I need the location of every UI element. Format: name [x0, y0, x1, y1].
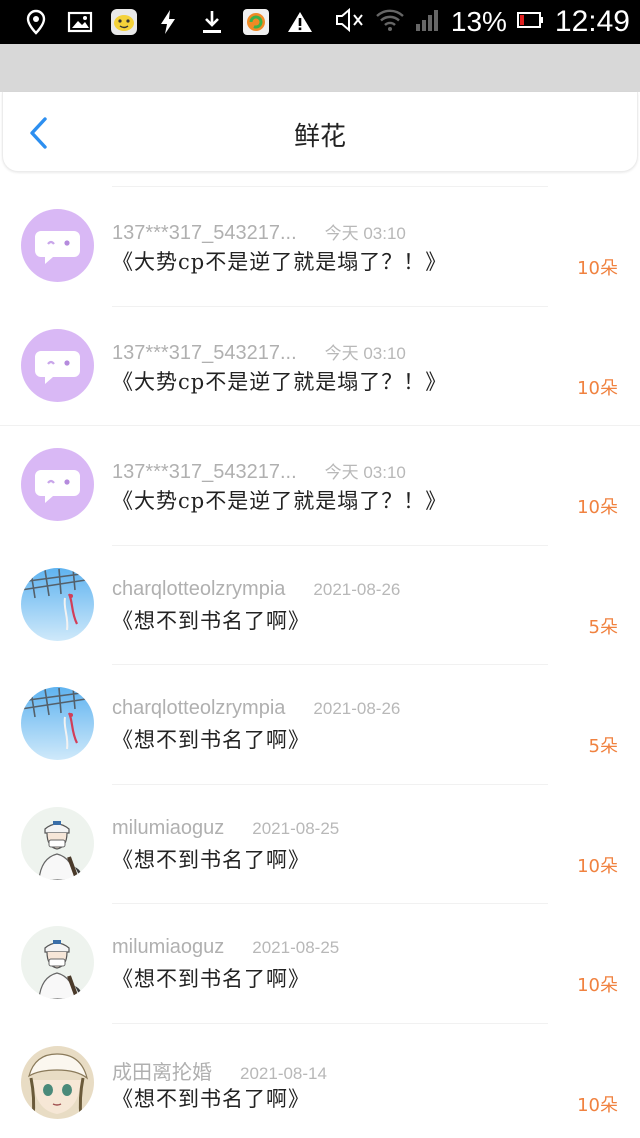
clock: 12:49	[554, 5, 630, 38]
list-item[interactable]: charqlotteolzrympia 2021-08-26 《想不到书名了啊》…	[0, 664, 640, 784]
screen: 13% 12:49 鲜花 137***317_543217... 今天 03:1…	[0, 0, 640, 1138]
app-face-icon	[102, 0, 146, 44]
flower-count: 10朵	[577, 497, 618, 518]
list-item[interactable]: 137***317_543217... 今天 03:10 《大势cp不是逆了就是…	[0, 425, 640, 545]
book-title[interactable]: 《想不到书名了啊》	[112, 724, 310, 754]
flower-count: 10朵	[577, 1094, 618, 1116]
sky-photo-avatar-icon	[21, 567, 94, 641]
book-title[interactable]: 《大势cp不是逆了就是塌了？！》	[112, 246, 447, 276]
avatar[interactable]	[21, 328, 94, 402]
divider	[112, 664, 548, 665]
flower-count: 10朵	[577, 975, 618, 996]
item-meta: charqlotteolzrympia 2021-08-26	[112, 697, 400, 723]
flower-count: 5朵	[588, 736, 618, 757]
username: 137***317_543217...	[112, 461, 297, 483]
username: 137***317_543217...	[112, 222, 297, 244]
item-meta: 137***317_543217... 今天 03:10	[112, 219, 406, 245]
divider	[0, 425, 640, 426]
username: milumiaoguz	[112, 936, 225, 958]
date: 2021-08-26	[313, 579, 401, 599]
anime-boy-avatar-icon	[21, 806, 94, 880]
divider	[112, 1022, 548, 1024]
divider	[112, 305, 548, 307]
book-title[interactable]: 《想不到书名了啊》	[112, 844, 310, 874]
date: 今天 03:10	[324, 463, 406, 482]
date: 2021-08-14	[240, 1063, 327, 1083]
avatar[interactable]	[21, 926, 94, 999]
divider	[112, 783, 548, 785]
chat-bubble-avatar-icon	[21, 209, 94, 282]
warning-icon	[278, 0, 322, 44]
avatar[interactable]	[21, 1045, 94, 1119]
list-item[interactable]: charqlotteolzrympia 2021-08-26 《想不到书名了啊》…	[0, 544, 640, 665]
page-title: 鲜花	[293, 122, 346, 152]
wifi-icon	[375, 8, 405, 36]
battery-icon	[516, 11, 545, 33]
username: charqlotteolzrympia	[112, 577, 286, 600]
book-title[interactable]: 《大势cp不是逆了就是塌了？！》	[112, 366, 447, 396]
flower-count: 10朵	[577, 258, 618, 279]
avatar[interactable]	[21, 209, 94, 282]
chat-bubble-avatar-icon	[21, 328, 94, 402]
flower-count: 5朵	[588, 616, 618, 638]
anime-boy-avatar-icon	[21, 926, 94, 999]
username: milumiaoguz	[112, 816, 225, 839]
item-meta: 137***317_543217... 今天 03:10	[112, 339, 406, 365]
date: 2021-08-26	[313, 699, 401, 718]
item-meta: charqlotteolzrympia 2021-08-26	[112, 578, 400, 604]
divider	[112, 903, 548, 904]
divider	[112, 544, 548, 546]
sky-photo-avatar-icon	[21, 687, 94, 760]
image-icon	[58, 0, 102, 44]
download-icon	[190, 0, 234, 44]
username: charqlotteolzrympia	[112, 697, 286, 719]
username: 137***317_543217...	[112, 341, 297, 364]
chat-bubble-avatar-icon	[21, 448, 94, 521]
nav-bar: 鲜花	[2, 92, 638, 172]
book-title[interactable]: 《大势cp不是逆了就是塌了？！》	[112, 485, 447, 515]
date: 今天 03:10	[324, 224, 406, 243]
flash-icon	[146, 0, 190, 44]
app-icon	[234, 0, 278, 44]
flower-count: 10朵	[577, 855, 618, 877]
top-gray-band	[0, 44, 640, 92]
book-title[interactable]: 《想不到书名了啊》	[112, 963, 310, 993]
battery-percent: 13%	[450, 6, 507, 37]
date: 今天 03:10	[324, 343, 406, 363]
book-title[interactable]: 《想不到书名了啊》	[112, 605, 310, 635]
list-item[interactable]: milumiaoguz 2021-08-25 《想不到书名了啊》 10朵	[0, 783, 640, 904]
flower-list: 137***317_543217... 今天 03:10 《大势cp不是逆了就是…	[0, 186, 640, 1138]
item-meta: 137***317_543217... 今天 03:10	[112, 458, 406, 484]
status-bar: 13% 12:49	[0, 0, 640, 44]
anime-girl-avatar-icon	[21, 1045, 94, 1119]
avatar[interactable]	[21, 448, 94, 521]
book-title[interactable]: 《想不到书名了啊》	[112, 1083, 310, 1113]
date: 2021-08-25	[252, 818, 340, 838]
avatar[interactable]	[21, 567, 94, 641]
mute-icon	[335, 7, 365, 37]
divider	[112, 186, 548, 187]
item-meta: 成田离抡婚 2021-08-14	[112, 1056, 327, 1084]
avatar[interactable]	[21, 806, 94, 880]
list-item[interactable]: 137***317_543217... 今天 03:10 《大势cp不是逆了就是…	[0, 305, 640, 426]
item-meta: milumiaoguz 2021-08-25	[112, 936, 339, 962]
list-item[interactable]: milumiaoguz 2021-08-25 《想不到书名了啊》 10朵	[0, 903, 640, 1023]
signal-icon	[415, 8, 441, 36]
date: 2021-08-25	[252, 938, 340, 957]
avatar[interactable]	[21, 687, 94, 760]
flower-count: 10朵	[577, 377, 618, 399]
list-item[interactable]: 成田离抡婚 2021-08-14 《想不到书名了啊》 10朵	[0, 1022, 640, 1138]
location-icon	[14, 0, 58, 44]
username: 成田离抡婚	[112, 1061, 212, 1084]
list-item[interactable]: 137***317_543217... 今天 03:10 《大势cp不是逆了就是…	[0, 186, 640, 306]
item-meta: milumiaoguz 2021-08-25	[112, 817, 339, 843]
